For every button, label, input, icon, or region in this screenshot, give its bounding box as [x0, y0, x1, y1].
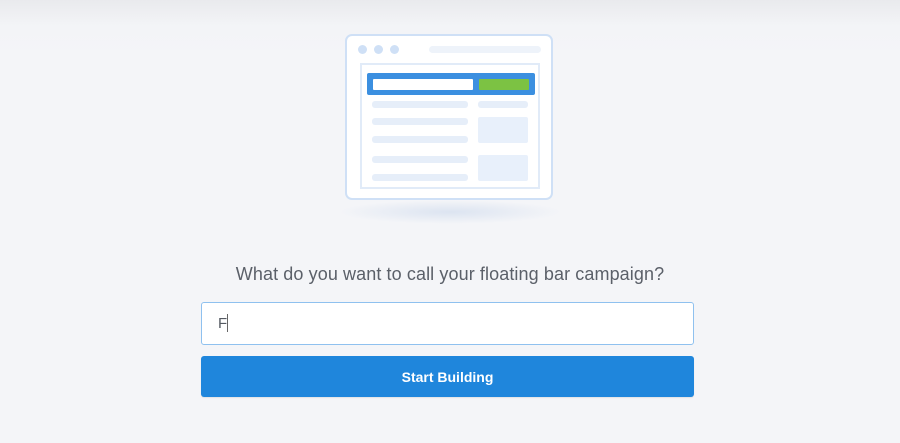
address-bar-placeholder — [429, 46, 541, 53]
floating-bar-illustration — [330, 30, 570, 225]
content-line — [372, 174, 468, 181]
campaign-name-question: What do you want to call your floating b… — [235, 264, 665, 284]
campaign-name-input[interactable] — [201, 302, 694, 345]
content-block — [478, 117, 528, 143]
text-cursor — [227, 314, 228, 332]
content-line — [372, 101, 468, 108]
content-line — [372, 156, 468, 163]
content-block — [478, 155, 528, 181]
window-dot-icon — [374, 45, 383, 54]
floating-bar-preview — [367, 73, 535, 95]
illustration-shadow — [338, 200, 562, 224]
window-dot-icon — [390, 45, 399, 54]
content-line — [478, 101, 528, 108]
content-line — [372, 118, 468, 125]
browser-window-icon — [345, 34, 553, 200]
bar-input-placeholder — [373, 79, 473, 90]
page: What do you want to call your floating b… — [0, 0, 900, 443]
page-preview — [360, 63, 540, 189]
content-line — [372, 136, 468, 143]
start-building-button[interactable]: Start Building — [201, 356, 694, 397]
window-dot-icon — [358, 45, 367, 54]
bar-button-placeholder — [479, 79, 529, 90]
